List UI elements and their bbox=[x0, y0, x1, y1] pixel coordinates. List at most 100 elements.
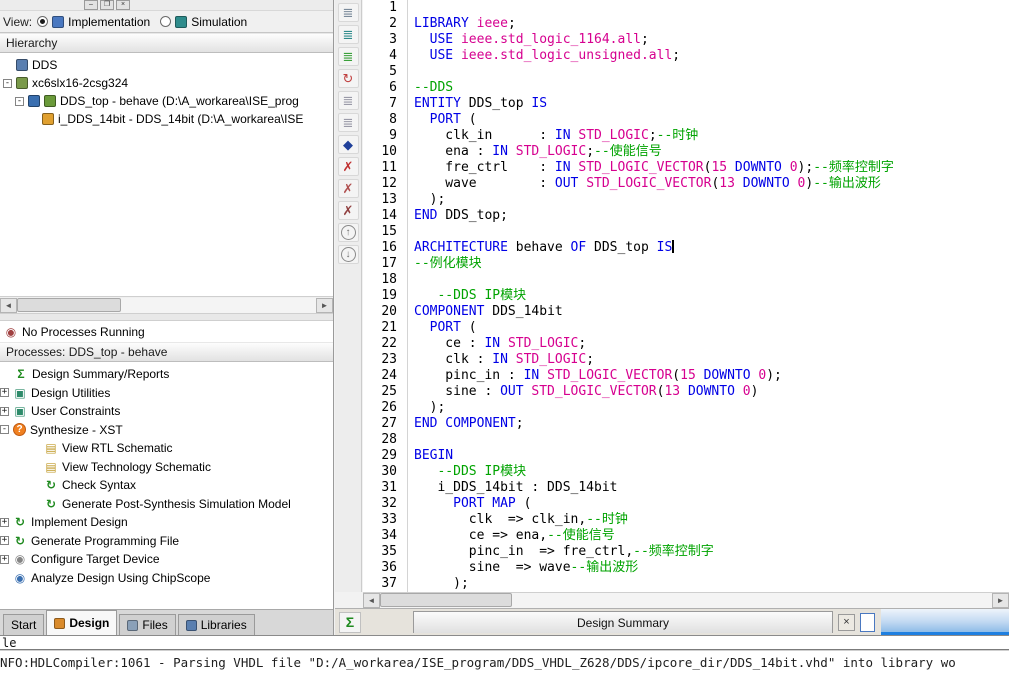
code-line[interactable]: 36 sine => wave--输出波形 bbox=[363, 560, 1009, 576]
collapse-icon[interactable]: - bbox=[0, 425, 9, 435]
radio-simulation[interactable] bbox=[160, 16, 172, 27]
toggle-bookmark-icon[interactable]: ◆ bbox=[337, 135, 359, 154]
code-line[interactable]: 26 ); bbox=[363, 400, 1009, 416]
collapse-icon[interactable]: - bbox=[3, 78, 12, 88]
restore-icon[interactable]: ❐ bbox=[100, 0, 114, 10]
outline-view-icon[interactable]: ≣ bbox=[337, 3, 359, 22]
process-item-synthesize-xst[interactable]: -? Synthesize - XST bbox=[0, 421, 333, 440]
code-line[interactable]: 1 bbox=[363, 0, 1009, 16]
panel-tab-start[interactable]: Start bbox=[3, 614, 45, 635]
code-line[interactable]: 13 ); bbox=[363, 192, 1009, 208]
code-line[interactable]: 6 --DDS bbox=[363, 80, 1009, 96]
editor-scrollbar-thumb[interactable] bbox=[380, 593, 512, 607]
code-line[interactable]: 31 i_DDS_14bit : DDS_14bit bbox=[363, 480, 1009, 496]
code-line[interactable]: 23 clk : IN STD_LOGIC; bbox=[363, 352, 1009, 368]
outdent-icon[interactable]: ≣ bbox=[337, 113, 359, 132]
scroll-left-icon[interactable]: ◄ bbox=[0, 297, 17, 313]
code-line[interactable]: 21 PORT ( bbox=[363, 320, 1009, 336]
refresh-icon[interactable]: ↻ bbox=[337, 69, 359, 88]
scroll-left-icon[interactable]: ◄ bbox=[363, 593, 380, 608]
close-tab-icon[interactable]: × bbox=[838, 613, 855, 631]
scroll-right-icon[interactable]: ► bbox=[992, 593, 1009, 608]
expand-icon[interactable]: + bbox=[0, 517, 9, 527]
tab-design-summary[interactable]: Design Summary bbox=[413, 611, 833, 633]
code-line[interactable]: 33 clk => clk_in,--时钟 bbox=[363, 512, 1009, 528]
code-line[interactable]: 19 --DDS IP模块 bbox=[363, 288, 1009, 304]
expand-icon[interactable]: + bbox=[0, 406, 9, 416]
code-line[interactable]: 24 pinc_in : IN STD_LOGIC_VECTOR(15 DOWN… bbox=[363, 368, 1009, 384]
view-option-simulation[interactable]: Simulation bbox=[160, 15, 247, 29]
code-line[interactable]: 34 ce => ena,--使能信号 bbox=[363, 528, 1009, 544]
process-item-generate-post-synthesis-simulation-model[interactable]: ↻ Generate Post-Synthesis Simulation Mode… bbox=[0, 495, 333, 514]
process-item-design-summary-reports[interactable]: Σ Design Summary/Reports bbox=[0, 365, 333, 384]
hierarchy-item[interactable]: - xc6slx16-2csg324 bbox=[0, 74, 333, 92]
editor-hscrollbar[interactable]: ◄ ► bbox=[363, 592, 1009, 608]
collapse-icon[interactable]: - bbox=[15, 96, 24, 106]
close-icon[interactable]: × bbox=[116, 0, 130, 10]
code-line[interactable]: 10 ena : IN STD_LOGIC;--使能信号 bbox=[363, 144, 1009, 160]
code-line[interactable]: 32 PORT MAP ( bbox=[363, 496, 1009, 512]
scrollbar-thumb[interactable] bbox=[17, 297, 121, 312]
code-line[interactable]: 25 sine : OUT STD_LOGIC_VECTOR(13 DOWNTO… bbox=[363, 384, 1009, 400]
expand-icon[interactable]: + bbox=[0, 536, 9, 546]
language-template-icon[interactable]: ≣ bbox=[337, 47, 359, 66]
code-line[interactable]: 17 --例化模块 bbox=[363, 256, 1009, 272]
code-line[interactable]: 20 COMPONENT DDS_14bit bbox=[363, 304, 1009, 320]
code-line[interactable]: 27 END COMPONENT; bbox=[363, 416, 1009, 432]
scrollbar-track[interactable] bbox=[17, 297, 316, 313]
hierarchy-item[interactable]: i_DDS_14bit - DDS_14bit (D:\A_workarea\I… bbox=[0, 110, 333, 128]
process-item-generate-programming-file[interactable]: + ↻ Generate Programming File bbox=[0, 532, 333, 551]
next-bookmark-icon[interactable]: ✗ bbox=[337, 157, 359, 176]
code-line[interactable]: 18 bbox=[363, 272, 1009, 288]
code-line[interactable]: 16 ARCHITECTURE behave OF DDS_top IS bbox=[363, 240, 1009, 256]
code-line[interactable]: 2 LIBRARY ieee; bbox=[363, 16, 1009, 32]
view-option-implementation[interactable]: Implementation bbox=[37, 15, 150, 29]
process-item-design-utilities[interactable]: + ▣ Design Utilities bbox=[0, 384, 333, 403]
hierarchy-item[interactable]: - DDS_top - behave (D:\A_workarea\ISE_pro… bbox=[0, 92, 333, 110]
panel-splitter[interactable] bbox=[0, 313, 333, 321]
radio-implementation[interactable] bbox=[37, 16, 49, 27]
code-line[interactable]: 35 pinc_in => fre_ctrl,--频率控制字 bbox=[363, 544, 1009, 560]
code-line[interactable]: 7 ENTITY DDS_top IS bbox=[363, 96, 1009, 112]
panel-tab-libraries[interactable]: Libraries bbox=[177, 614, 255, 635]
design-summary-icon[interactable]: Σ bbox=[339, 611, 361, 633]
code-line[interactable]: 22 ce : IN STD_LOGIC; bbox=[363, 336, 1009, 352]
expand-icon[interactable]: + bbox=[0, 554, 9, 564]
code-line[interactable]: 4 USE ieee.std_logic_unsigned.all; bbox=[363, 48, 1009, 64]
code-line[interactable]: 30 --DDS IP模块 bbox=[363, 464, 1009, 480]
code-line[interactable]: 8 PORT ( bbox=[363, 112, 1009, 128]
process-item-view-technology-schematic[interactable]: ▤ View Technology Schematic bbox=[0, 458, 333, 477]
code-line[interactable]: 37 ); bbox=[363, 576, 1009, 592]
code-line[interactable]: 9 clk_in : IN STD_LOGIC;--时钟 bbox=[363, 128, 1009, 144]
prev-bookmark-icon[interactable]: ✗ bbox=[337, 179, 359, 198]
code-line[interactable]: 15 bbox=[363, 224, 1009, 240]
hierarchy-item[interactable]: DDS bbox=[0, 56, 333, 74]
minimize-icon[interactable]: – bbox=[84, 0, 98, 10]
scroll-right-icon[interactable]: ► bbox=[316, 297, 333, 313]
scroll-up-icon[interactable]: ↑ bbox=[337, 223, 359, 242]
panel-tab-files[interactable]: Files bbox=[119, 614, 176, 635]
hierarchy-hscrollbar[interactable]: ◄ ► bbox=[0, 296, 333, 313]
process-item-analyze-design-using-chipscope[interactable]: ◉ Analyze Design Using ChipScope bbox=[0, 569, 333, 588]
code-line[interactable]: 14 END DDS_top; bbox=[363, 208, 1009, 224]
code-line[interactable]: 28 bbox=[363, 432, 1009, 448]
code-line[interactable]: 11 fre_ctrl : IN STD_LOGIC_VECTOR(15 DOW… bbox=[363, 160, 1009, 176]
process-item-user-constraints[interactable]: + ▣ User Constraints bbox=[0, 402, 333, 421]
code-line[interactable]: 12 wave : OUT STD_LOGIC_VECTOR(13 DOWNTO… bbox=[363, 176, 1009, 192]
scroll-down-icon[interactable]: ↓ bbox=[337, 245, 359, 264]
code-line[interactable]: 29 BEGIN bbox=[363, 448, 1009, 464]
process-item-implement-design[interactable]: + ↻ Implement Design bbox=[0, 513, 333, 532]
process-item-configure-target-device[interactable]: + ◉ Configure Target Device bbox=[0, 550, 333, 569]
process-item-view-rtl-schematic[interactable]: ▤ View RTL Schematic bbox=[0, 439, 333, 458]
code-line[interactable]: 5 bbox=[363, 64, 1009, 80]
process-item-check-syntax[interactable]: ↻ Check Syntax bbox=[0, 476, 333, 495]
document-icon[interactable] bbox=[860, 612, 875, 632]
panel-tab-design[interactable]: Design bbox=[46, 610, 118, 635]
code-editor[interactable]: 1 2 LIBRARY ieee; 3 USE ieee.std_logic_1164… bbox=[363, 0, 1009, 592]
editor-scrollbar-track[interactable] bbox=[380, 593, 992, 608]
clear-bookmarks-icon[interactable]: ✗ bbox=[337, 201, 359, 220]
indent-icon[interactable]: ≣ bbox=[337, 91, 359, 110]
goto-line-icon[interactable]: ≣ bbox=[337, 25, 359, 44]
code-line[interactable]: 3 USE ieee.std_logic_1164.all; bbox=[363, 32, 1009, 48]
expand-icon[interactable]: + bbox=[0, 388, 9, 398]
